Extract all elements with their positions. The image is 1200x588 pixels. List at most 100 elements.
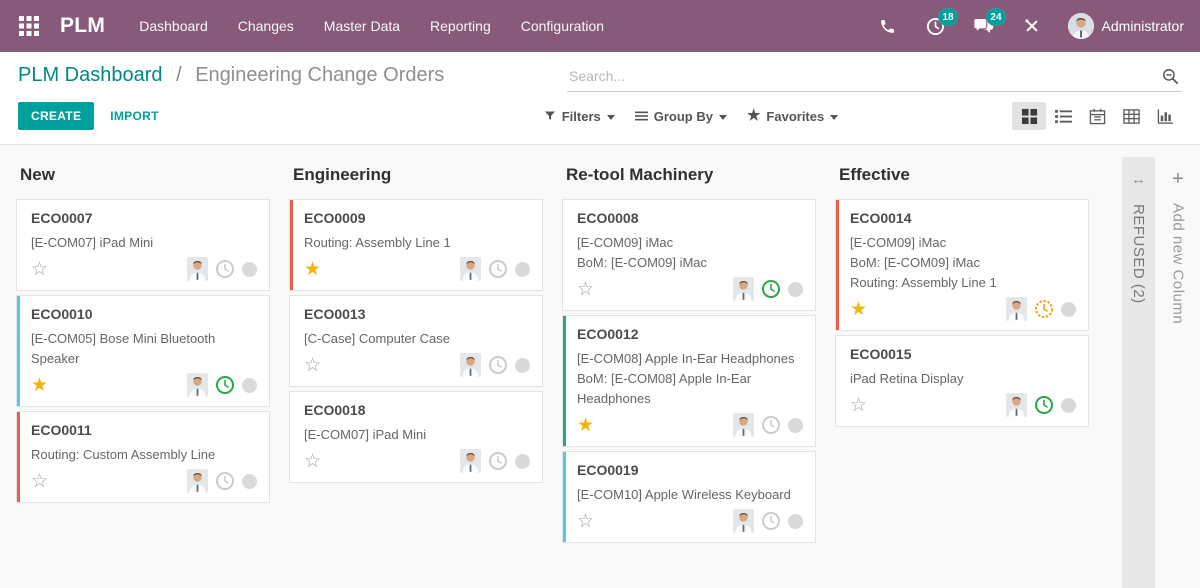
phone-icon[interactable] [876,14,900,38]
priority-star-icon[interactable] [31,472,48,491]
kanban-state-dot[interactable] [515,358,530,373]
view-kanban-icon[interactable] [1012,102,1046,130]
activities-clock-icon[interactable]: 18 [924,14,948,38]
priority-star-icon[interactable] [304,260,321,279]
collapsed-column-refused[interactable]: ↔ REFUSED (2) [1122,157,1155,588]
assignee-avatar[interactable] [187,373,208,397]
activity-clock-icon[interactable] [1034,395,1054,415]
activity-clock-icon[interactable] [1034,299,1054,319]
activity-clock-icon[interactable] [761,511,781,531]
assignee-avatar[interactable] [733,277,754,301]
create-button[interactable]: CREATE [18,102,94,130]
user-menu[interactable]: Administrator [1068,13,1184,39]
priority-star-icon[interactable] [577,512,594,531]
assignee-avatar[interactable] [1006,297,1027,321]
eco-description: [E-COM09] iMac BoM: [E-COM09] iMac [577,233,803,273]
assignee-avatar[interactable] [1006,393,1027,417]
kanban-state-dot[interactable] [1061,302,1076,317]
kanban-card[interactable]: ECO0011 Routing: Custom Assembly Line [16,411,270,503]
assignee-avatar[interactable] [187,469,208,493]
activity-clock-icon[interactable] [215,375,235,395]
menu-dashboard[interactable]: Dashboard [139,18,208,34]
menu-changes[interactable]: Changes [238,18,294,34]
kanban-state-dot[interactable] [515,454,530,469]
column-title[interactable]: Effective [839,165,1089,185]
control-panel: PLM Dashboard / Engineering Change Order… [0,52,1200,145]
chevron-down-icon [719,115,727,120]
priority-star-icon[interactable] [304,356,321,375]
activity-clock-icon[interactable] [488,259,508,279]
apps-grid-icon[interactable] [14,11,44,41]
priority-star-icon[interactable] [304,452,321,471]
expand-arrows-icon: ↔ [1131,171,1146,188]
kanban-state-dot[interactable] [242,474,257,489]
view-list-icon[interactable] [1046,102,1080,130]
assignee-avatar[interactable] [733,509,754,533]
column-title[interactable]: New [20,165,270,185]
assignee-avatar[interactable] [733,413,754,437]
kanban-card[interactable]: ECO0018 [E-COM07] iPad Mini [289,391,543,483]
assignee-avatar[interactable] [187,257,208,281]
breadcrumb-parent[interactable]: PLM Dashboard [18,64,163,86]
kanban-card[interactable]: ECO0008 [E-COM09] iMac BoM: [E-COM09] iM… [562,199,816,311]
assignee-avatar[interactable] [460,353,481,377]
activity-clock-icon[interactable] [215,259,235,279]
column-title[interactable]: Re-tool Machinery [566,165,816,185]
priority-star-icon[interactable] [31,376,48,395]
activity-clock-icon[interactable] [761,415,781,435]
view-graph-icon[interactable] [1148,102,1182,130]
kanban-state-dot[interactable] [1061,398,1076,413]
messages-badge: 24 [986,8,1005,26]
kanban-column-retool-machinery: Re-tool Machinery ECO0008 [E-COM09] iMac… [562,157,816,588]
kanban-state-dot[interactable] [788,282,803,297]
group-by-label: Group By [654,109,713,124]
kanban-card[interactable]: ECO0010 [E-COM05] Bose Mini Bluetooth Sp… [16,295,270,407]
priority-star-icon[interactable] [850,396,867,415]
activity-clock-icon[interactable] [761,279,781,299]
filters-dropdown[interactable]: Filters [544,109,615,124]
search-input[interactable] [567,62,1182,92]
search-icon[interactable] [1161,67,1180,86]
kanban-card[interactable]: ECO0007 [E-COM07] iPad Mini [16,199,270,291]
favorites-dropdown[interactable]: ★ Favorites [747,109,838,124]
app-brand[interactable]: PLM [60,14,105,38]
activity-clock-icon[interactable] [215,471,235,491]
column-title[interactable]: Engineering [293,165,543,185]
assignee-avatar[interactable] [460,449,481,473]
breadcrumb: PLM Dashboard / Engineering Change Order… [18,62,444,87]
favorites-label: Favorites [766,109,824,124]
kanban-state-dot[interactable] [515,262,530,277]
view-switcher [1012,102,1182,130]
kanban-card[interactable]: ECO0014 [E-COM09] iMac BoM: [E-COM09] iM… [835,199,1089,331]
kanban-card[interactable]: ECO0013 [C-Case] Computer Case [289,295,543,387]
view-calendar-icon[interactable] [1080,102,1114,130]
priority-star-icon[interactable] [31,260,48,279]
priority-star-icon[interactable] [577,280,594,299]
kanban-state-dot[interactable] [788,418,803,433]
eco-description: [E-COM09] iMac BoM: [E-COM09] iMac Routi… [850,233,1076,293]
menu-reporting[interactable]: Reporting [430,18,491,34]
activity-clock-icon[interactable] [488,451,508,471]
group-by-dropdown[interactable]: Group By [635,109,727,124]
assignee-avatar[interactable] [460,257,481,281]
kanban-column-new: New ECO0007 [E-COM07] iPad Mini ECO0010 … [16,157,270,588]
menu-master-data[interactable]: Master Data [324,18,400,34]
menu-configuration[interactable]: Configuration [521,18,604,34]
add-new-column[interactable]: + Add new Column [1159,157,1197,588]
kanban-state-dot[interactable] [788,514,803,529]
import-button[interactable]: IMPORT [110,109,158,123]
kanban-state-dot[interactable] [242,262,257,277]
activity-clock-icon[interactable] [488,355,508,375]
kanban-card[interactable]: ECO0019 [E-COM10] Apple Wireless Keyboar… [562,451,816,543]
kanban-card[interactable]: ECO0015 iPad Retina Display [835,335,1089,427]
search-controls: Filters Group By ★ Favorites [544,109,839,124]
messages-icon[interactable]: 24 [972,14,996,38]
kanban-state-dot[interactable] [242,378,257,393]
view-pivot-icon[interactable] [1114,102,1148,130]
kanban-card[interactable]: ECO0009 Routing: Assembly Line 1 [289,199,543,291]
priority-star-icon[interactable] [850,300,867,319]
tools-icon[interactable] [1020,14,1044,38]
eco-description: Routing: Assembly Line 1 [304,233,530,253]
kanban-card[interactable]: ECO0012 [E-COM08] Apple In-Ear Headphone… [562,315,816,447]
priority-star-icon[interactable] [577,416,594,435]
